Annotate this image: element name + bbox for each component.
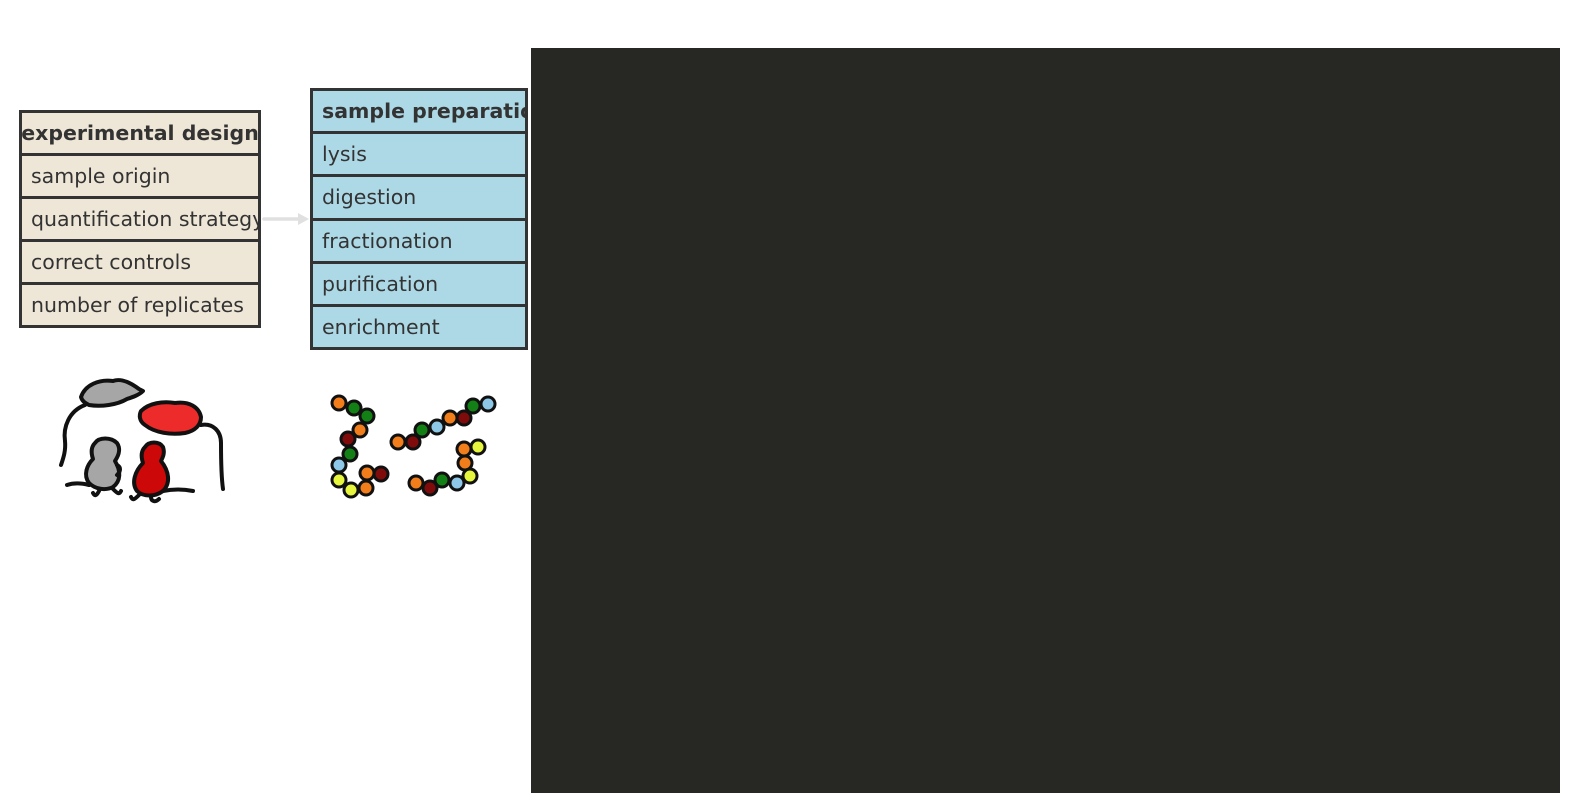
design-item-correct-controls: correct controls [22, 239, 258, 282]
design-item-sample-origin: sample origin [22, 153, 258, 196]
prep-item-fractionation: fractionation [313, 217, 525, 261]
mouse-icon [59, 378, 225, 504]
diagram-canvas: experimental design sample origin quanti… [0, 0, 1573, 804]
experimental-design-panel: experimental design sample origin quanti… [19, 110, 261, 328]
prep-item-enrichment: enrichment [313, 303, 525, 348]
sample-preparation-title: sample preparation [313, 91, 525, 132]
peptide-chain-icon [330, 394, 497, 499]
dark-panel [531, 48, 1560, 793]
sample-preparation-panel: sample preparation lysis digestion fract… [310, 88, 528, 350]
arrow-right-icon [262, 213, 309, 225]
prep-item-digestion: digestion [313, 174, 525, 218]
design-item-number-of-replicates: number of replicates [22, 282, 258, 325]
experimental-design-title: experimental design [22, 113, 258, 153]
prep-item-lysis: lysis [313, 131, 525, 175]
prep-item-purification: purification [313, 260, 525, 304]
design-item-quantification-strategy: quantification strategy [22, 196, 258, 239]
